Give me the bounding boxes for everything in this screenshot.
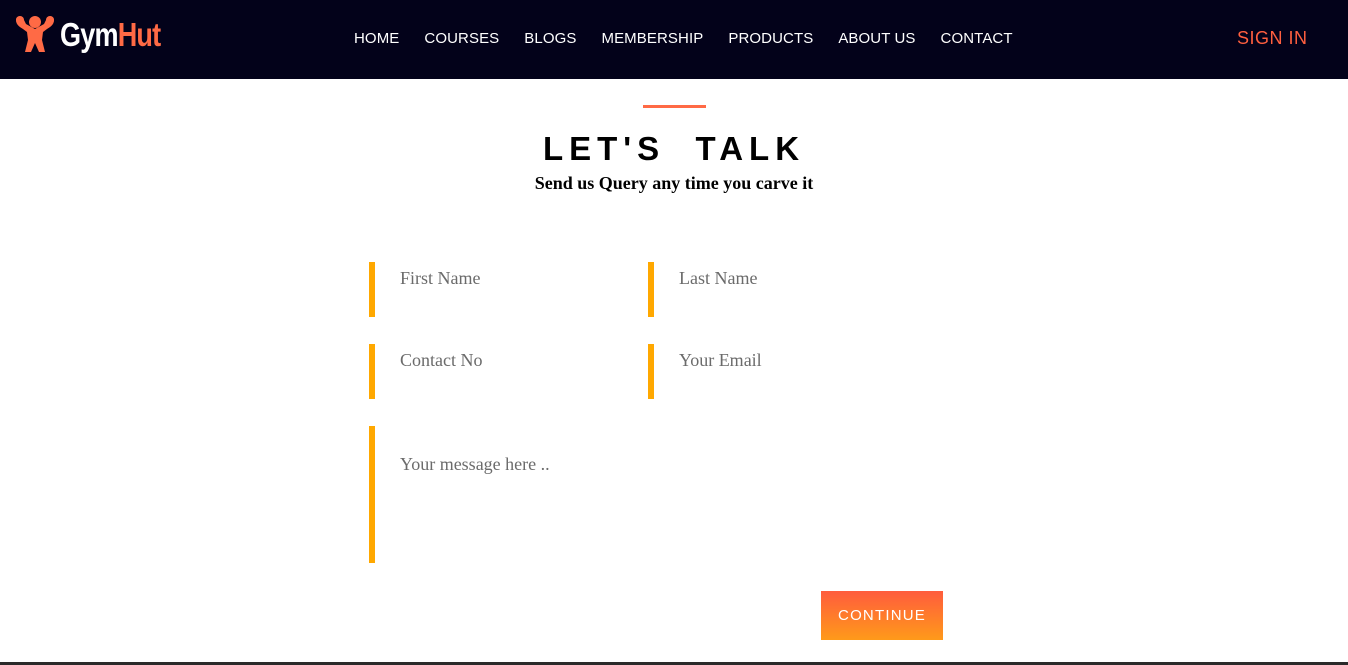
- title-accent-divider: [643, 105, 706, 108]
- nav-membership[interactable]: MEMBERSHIP: [601, 30, 703, 47]
- first-name-field-wrapper: [369, 262, 639, 317]
- nav-blogs[interactable]: BLOGS: [524, 30, 576, 47]
- contact-no-input[interactable]: [375, 344, 639, 399]
- navbar: GymHut HOME COURSES BLOGS MEMBERSHIP PRO…: [0, 0, 1348, 79]
- sign-in-link[interactable]: SIGN IN: [1237, 28, 1308, 49]
- first-name-input[interactable]: [375, 262, 639, 317]
- nav-courses[interactable]: COURSES: [424, 30, 499, 47]
- nav-contact[interactable]: CONTACT: [941, 30, 1013, 47]
- brand-name-part2: Hut: [117, 16, 161, 53]
- muscle-man-icon: [16, 16, 54, 52]
- email-input[interactable]: [654, 344, 918, 399]
- nav-products[interactable]: PRODUCTS: [728, 30, 813, 47]
- message-textarea[interactable]: [375, 426, 943, 563]
- brand-name: GymHut: [60, 16, 161, 54]
- contact-no-field-wrapper: [369, 344, 639, 399]
- email-field-wrapper: [648, 344, 918, 399]
- nav-home[interactable]: HOME: [354, 30, 399, 47]
- section-subtitle: Send us Query any time you carve it: [534, 173, 814, 193]
- main-nav: HOME COURSES BLOGS MEMBERSHIP PRODUCTS A…: [354, 30, 1038, 47]
- message-field-wrapper: [369, 426, 943, 563]
- last-name-field-wrapper: [648, 262, 918, 317]
- last-name-input[interactable]: [654, 262, 918, 317]
- brand-logo[interactable]: GymHut: [12, 10, 182, 60]
- brand-name-part1: Gym: [60, 16, 119, 53]
- nav-about-us[interactable]: ABOUT US: [838, 30, 915, 47]
- continue-button[interactable]: CONTINUE: [821, 591, 943, 640]
- section-title: LET'S TALK: [542, 130, 806, 167]
